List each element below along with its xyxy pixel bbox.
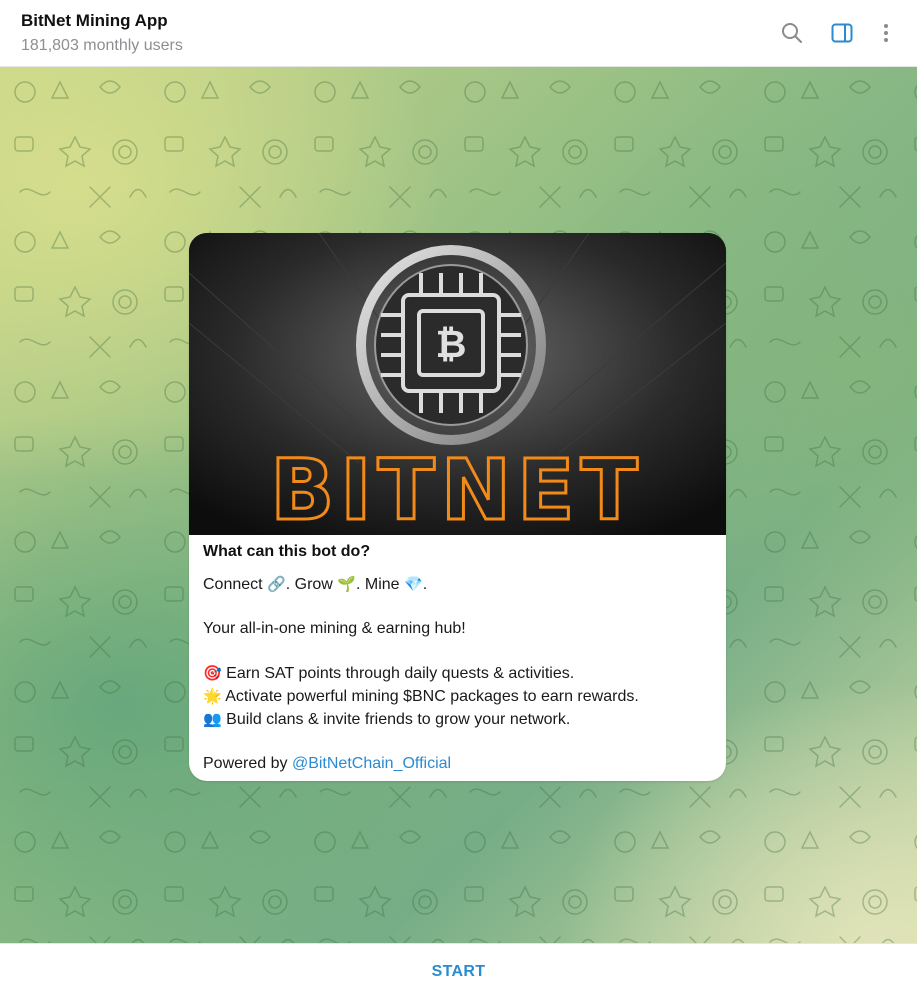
feature-list: 🎯 Earn SAT points through daily quests &…	[203, 662, 713, 731]
list-item: 🌟 Activate powerful mining $BNC packages…	[203, 687, 639, 705]
svg-text:BITNET: BITNET	[270, 441, 644, 535]
search-icon[interactable]	[779, 20, 805, 46]
start-button[interactable]: START	[402, 955, 516, 989]
tagline: Connect 🔗. Grow 🌱. Mine 💎.	[203, 575, 428, 593]
powered-by: Powered by @BitNetChain_Official	[203, 755, 452, 772]
star-emoji-icon: 🌟	[203, 687, 222, 705]
bot-description-heading: What can this bot do?	[203, 543, 371, 560]
people-emoji-icon: 👥	[203, 710, 222, 728]
bot-banner-image: ₿ BITNET	[189, 233, 726, 535]
svg-text:₿: ₿	[436, 322, 467, 366]
link-emoji-icon: 🔗	[267, 575, 286, 593]
gem-emoji-icon: 💎	[404, 575, 423, 593]
bottom-bar: START	[0, 943, 917, 999]
bitnet-logo: ₿ BITNET	[189, 233, 726, 535]
list-item: 👥 Build clans & invite friends to grow y…	[203, 710, 571, 728]
more-vertical-icon[interactable]	[873, 20, 899, 46]
bot-description: What can this bot do? Connect 🔗. Grow 🌱.…	[203, 543, 713, 775]
target-emoji-icon: 🎯	[203, 664, 222, 682]
chat-header: BitNet Mining App 181,803 monthly users	[0, 0, 917, 67]
bot-info-card: ₿ BITNET What can this bot do? Connect 🔗…	[189, 233, 726, 781]
chat-subtitle: 181,803 monthly users	[21, 37, 183, 54]
chat-title[interactable]: BitNet Mining App	[21, 11, 168, 31]
hub-text: Your all-in-one mining & earning hub!	[203, 620, 466, 637]
list-item: 🎯 Earn SAT points through daily quests &…	[203, 664, 575, 682]
seedling-emoji-icon: 🌱	[337, 575, 356, 593]
sidebar-toggle-icon[interactable]	[829, 20, 855, 46]
channel-link[interactable]: @BitNetChain_Official	[292, 755, 451, 772]
